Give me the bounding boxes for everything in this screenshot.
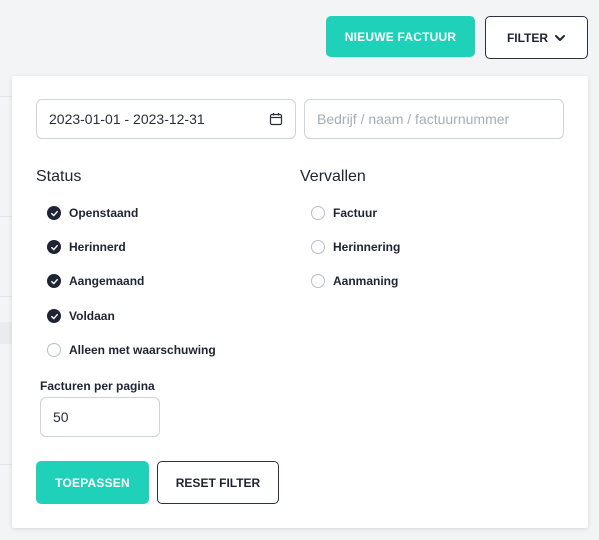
checkbox-unchecked-icon[interactable]: [311, 206, 325, 220]
checkbox-label: Openstaand: [69, 206, 139, 220]
checkbox-label: Herinnering: [333, 240, 401, 254]
checkbox-label: Aanmaning: [333, 274, 399, 288]
checkbox-unchecked-icon[interactable]: [47, 343, 61, 357]
calendar-icon: [269, 113, 283, 126]
search-field[interactable]: [304, 99, 564, 139]
filter-panel: 2023-01-01 - 2023-12-31 Status Vervallen…: [12, 76, 588, 528]
background-divider: [0, 296, 12, 297]
checkbox-label: Factuur: [333, 206, 378, 220]
per-page-label: Facturen per pagina: [40, 379, 155, 393]
filter-button-label: FILTER: [506, 30, 549, 45]
status-checkbox-herinnerd[interactable]: Herinnerd: [47, 240, 126, 254]
background-divider: [0, 216, 12, 217]
checkbox-unchecked-icon[interactable]: [311, 240, 325, 254]
checkbox-label: Voldaan: [69, 309, 115, 323]
reset-filter-button[interactable]: RESET FILTER: [157, 461, 279, 504]
apply-button[interactable]: TOEPASSEN: [36, 461, 149, 504]
vervallen-checkbox-aanmaning[interactable]: Aanmaning: [311, 274, 398, 288]
checkbox-checked-icon[interactable]: [47, 206, 61, 220]
per-page-value: 50: [53, 409, 69, 425]
search-input[interactable]: [317, 111, 551, 127]
vervallen-checkbox-factuur[interactable]: Factuur: [311, 206, 377, 220]
checkbox-checked-icon[interactable]: [47, 240, 61, 254]
checkbox-checked-icon[interactable]: [47, 274, 61, 288]
background-divider: [0, 96, 12, 97]
checkbox-label: Herinnerd: [69, 240, 126, 254]
vervallen-title: Vervallen: [300, 168, 366, 185]
filter-button[interactable]: FILTER: [485, 16, 588, 59]
checkbox-label: Aangemaand: [69, 274, 145, 288]
background-divider: [0, 464, 12, 465]
date-range-value: 2023-01-01 - 2023-12-31: [49, 111, 205, 127]
status-checkbox-openstaand[interactable]: Openstaand: [47, 206, 138, 220]
per-page-input[interactable]: 50: [40, 397, 160, 437]
checkbox-unchecked-icon[interactable]: [311, 274, 325, 288]
checkbox-label: Alleen met waarschuwing: [69, 343, 216, 357]
new-invoice-button[interactable]: NIEUWE FACTUUR: [326, 16, 475, 57]
status-title: Status: [36, 168, 82, 185]
status-checkbox-alleen-met-waarschuwing[interactable]: Alleen met waarschuwing: [47, 343, 216, 357]
date-range-field[interactable]: 2023-01-01 - 2023-12-31: [36, 99, 296, 139]
status-checkbox-aangemaand[interactable]: Aangemaand: [47, 274, 144, 288]
background-row: [0, 322, 12, 344]
chevron-down-icon: [555, 34, 566, 41]
vervallen-checkbox-herinnering[interactable]: Herinnering: [311, 240, 400, 254]
status-checkbox-voldaan[interactable]: Voldaan: [47, 309, 115, 323]
checkbox-checked-icon[interactable]: [47, 309, 61, 323]
